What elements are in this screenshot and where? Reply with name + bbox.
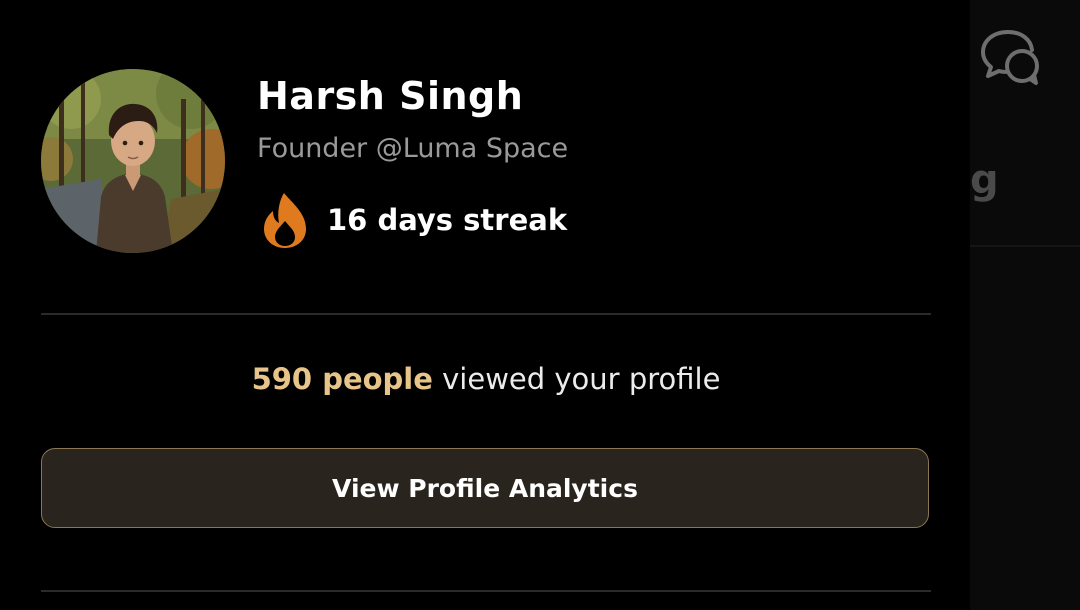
flame-icon — [264, 193, 306, 248]
chat-bubbles-icon[interactable] — [978, 26, 1044, 86]
background-divider — [970, 245, 1080, 247]
profile-subtitle: Founder @Luma Space — [257, 133, 569, 164]
profile-views-label: viewed your profile — [432, 362, 721, 396]
view-profile-analytics-button[interactable]: View Profile Analytics — [41, 448, 929, 528]
divider — [41, 590, 931, 592]
profile-views-count: 590 people — [251, 362, 433, 396]
profile-name: Harsh Singh — [257, 74, 524, 118]
background-partial-text: g — [970, 157, 999, 203]
background-panel — [970, 0, 1080, 610]
profile-views-text: 590 people viewed your profile — [41, 362, 931, 396]
user-avatar-illustration — [41, 69, 225, 253]
avatar[interactable] — [41, 69, 225, 253]
streak-row: 16 days streak — [262, 190, 567, 250]
streak-text: 16 days streak — [327, 203, 568, 237]
divider — [41, 313, 931, 315]
profile-drawer: Harsh Singh Founder @Luma Space 16 days … — [0, 0, 970, 610]
